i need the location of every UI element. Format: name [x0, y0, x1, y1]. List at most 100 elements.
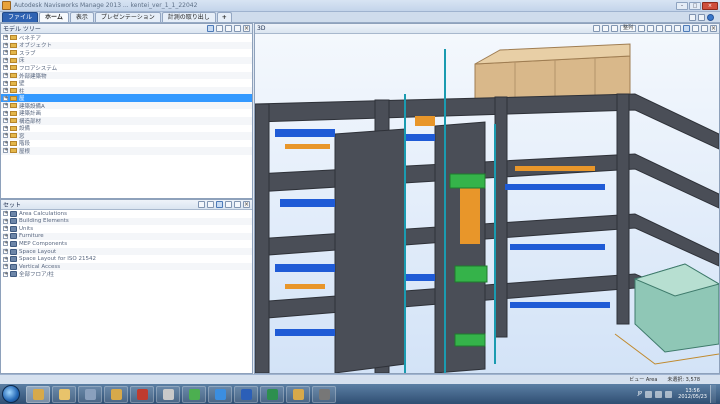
expand-icon[interactable]: + [3, 249, 8, 254]
explorer-app-taskbar-button[interactable] [52, 385, 76, 403]
expand-icon[interactable]: + [3, 42, 8, 48]
list-icon[interactable] [234, 25, 241, 32]
sketch-app-taskbar-button[interactable] [156, 385, 180, 403]
view-align-dropdown[interactable]: 整列 [619, 25, 636, 32]
walk-icon[interactable] [638, 25, 645, 32]
expand-icon[interactable]: + [3, 95, 8, 101]
expand-icon[interactable]: + [3, 233, 8, 239]
minimize-button[interactable]: – [676, 1, 688, 10]
expand-icon[interactable]: + [3, 218, 8, 224]
volume-icon[interactable] [655, 390, 663, 398]
save-search-icon[interactable] [207, 201, 214, 208]
set-item[interactable]: + Space Layout [1, 247, 252, 256]
model-tree-item[interactable]: + 屋根 [1, 147, 252, 155]
camera-icon[interactable] [610, 25, 618, 32]
ribbon-tab[interactable]: ファイル [2, 12, 39, 22]
import-export-icon[interactable] [234, 201, 241, 208]
set-item[interactable]: + MEP Components [1, 240, 252, 248]
model-tree-item[interactable]: + 設備 [1, 125, 252, 132]
user-icon[interactable] [698, 13, 705, 21]
expand-icon[interactable]: + [3, 110, 8, 116]
start-button[interactable] [2, 385, 20, 403]
expand-icon[interactable]: + [3, 103, 8, 109]
zoom-out-icon[interactable] [665, 25, 672, 32]
3d-model-canvas[interactable] [255, 34, 719, 373]
model-tree-item[interactable]: + 外部建築物 [1, 71, 252, 80]
duplicate-icon[interactable] [225, 201, 232, 208]
media-app-taskbar-button[interactable] [78, 385, 102, 403]
expand-icon[interactable]: + [3, 80, 8, 86]
expand-icon[interactable]: + [3, 211, 8, 217]
navisworks-app-taskbar-button[interactable] [26, 385, 50, 403]
expand-icon[interactable]: + [3, 65, 8, 71]
zoom-in-icon[interactable] [656, 25, 663, 32]
model-tree-item[interactable]: + 階段 [1, 140, 252, 147]
help-icon[interactable] [707, 13, 714, 21]
expand-icon[interactable]: + [3, 73, 8, 78]
maximize-button[interactable]: □ [689, 1, 701, 10]
expand-icon[interactable]: + [3, 125, 8, 131]
expand-icon[interactable]: + [3, 256, 8, 262]
close-panel-icon[interactable]: × [243, 201, 250, 208]
expand-icon[interactable]: + [3, 241, 8, 247]
close-panel-icon[interactable]: × [243, 25, 250, 32]
expand-icon[interactable]: + [3, 140, 8, 146]
model-tree-item[interactable]: + オブジェクト [1, 41, 252, 49]
expand-icon[interactable]: + [3, 50, 8, 56]
set-item[interactable]: + Area Calculations [1, 210, 252, 218]
add-icon[interactable] [225, 25, 232, 32]
layout-icon[interactable] [592, 25, 600, 32]
chrome-app-taskbar-button[interactable] [182, 385, 206, 403]
expand-icon[interactable]: + [3, 57, 8, 63]
expand-icon[interactable]: + [3, 271, 8, 277]
viewer-app-taskbar-button[interactable] [104, 385, 128, 403]
expand-icon[interactable]: + [3, 118, 8, 124]
expand-icon[interactable]: + [3, 35, 8, 41]
input-language-indicator[interactable]: JP [638, 391, 643, 397]
set-item[interactable]: + Furniture [1, 232, 252, 241]
filter-icon[interactable] [207, 25, 214, 32]
ribbon-tab[interactable]: ホーム [39, 12, 69, 22]
split-view-icon[interactable] [601, 25, 609, 32]
select-icon[interactable] [216, 25, 223, 32]
new-folder-icon[interactable] [216, 201, 223, 208]
taskbar-clock[interactable]: 13:56 2012/05/23 [678, 388, 707, 400]
close-button[interactable]: × [702, 1, 718, 10]
orbit-icon[interactable] [647, 25, 654, 32]
flag-icon[interactable] [665, 390, 673, 398]
ie-app-taskbar-button[interactable] [208, 385, 232, 403]
expand-icon[interactable]: + [3, 226, 8, 232]
nav-app-2-taskbar-button[interactable] [286, 385, 310, 403]
model-tree-item[interactable]: + 柱 [1, 86, 252, 95]
save-selection-icon[interactable] [198, 201, 205, 208]
set-item[interactable]: + Space Layout for ISO 21542 [1, 255, 252, 263]
fit-view-icon[interactable] [674, 25, 681, 32]
close-view-icon[interactable]: × [710, 25, 717, 32]
pan-icon[interactable] [692, 25, 699, 32]
show-desktop-button[interactable] [710, 385, 716, 403]
model-tree-item[interactable]: + 壁 [1, 79, 252, 87]
cad-app-2-taskbar-button[interactable] [312, 385, 336, 403]
ribbon-tab[interactable]: 計測の取り出し [161, 12, 216, 22]
excel-app-taskbar-button[interactable] [260, 385, 284, 403]
ribbon-tab[interactable]: + [216, 12, 232, 22]
model-tree-item[interactable]: + 構造部材 [1, 117, 252, 125]
set-item[interactable]: + Units [1, 225, 252, 233]
ribbon-tab[interactable]: 表示 [69, 12, 94, 22]
network-icon[interactable] [645, 390, 653, 398]
set-item[interactable]: + 全部フロア/柱 [1, 270, 252, 278]
measure-icon[interactable] [701, 25, 708, 32]
expand-icon[interactable]: + [3, 264, 8, 270]
cad-app-taskbar-button[interactable] [130, 385, 154, 403]
expand-icon[interactable]: + [3, 148, 8, 154]
model-tree-item[interactable]: + スラブ [1, 49, 252, 57]
expand-icon[interactable]: + [3, 88, 8, 94]
word-app-taskbar-button[interactable] [234, 385, 258, 403]
navisworks-logo-icon[interactable] [2, 1, 11, 10]
model-tree-item[interactable]: + 窓 [1, 132, 252, 140]
ribbon-tab[interactable]: プレゼンテーション [94, 12, 161, 22]
select-tool-icon[interactable] [683, 25, 690, 32]
expand-icon[interactable]: + [3, 133, 8, 139]
set-item[interactable]: + Building Elements [1, 217, 252, 226]
search-icon[interactable] [689, 13, 696, 21]
